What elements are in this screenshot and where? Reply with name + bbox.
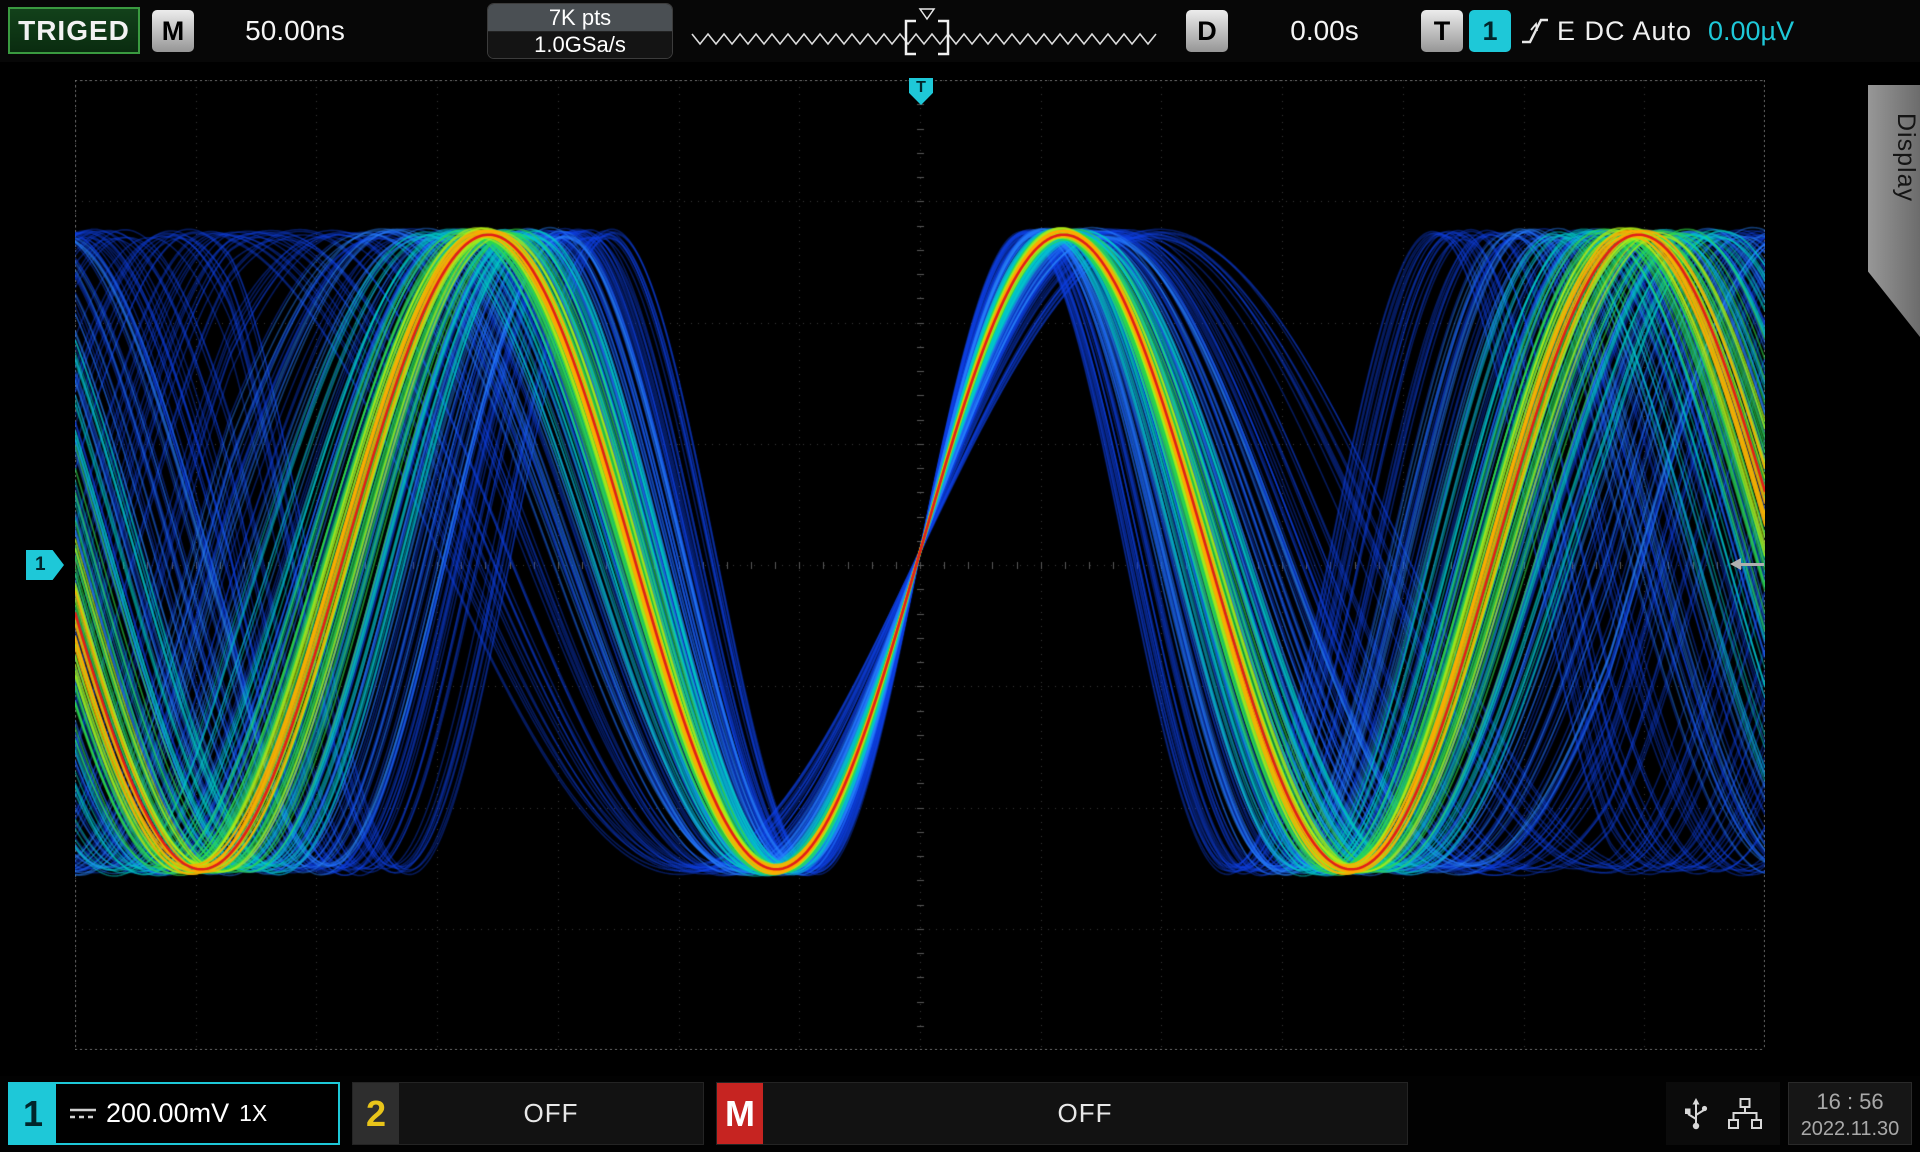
trigger-level-arrow-icon[interactable] (1740, 563, 1764, 566)
window-right-bracket-icon (938, 21, 948, 54)
memory-depth: 7K pts (488, 4, 672, 32)
delay-value[interactable]: 0.00s (1232, 10, 1417, 52)
channel1-probe-attenuation: 1X (239, 1100, 267, 1127)
timebase-m-badge[interactable]: M (152, 10, 194, 52)
trigger-source-badge[interactable]: 1 (1469, 10, 1511, 52)
display-menu-tab[interactable]: Display (1868, 85, 1920, 337)
math-status: OFF (763, 1098, 1407, 1129)
channel1-level-marker[interactable]: 1 (26, 550, 64, 580)
clock-box: 16 : 56 2022.11.30 (1788, 1082, 1912, 1145)
window-left-bracket-icon (906, 21, 916, 54)
channel2-badge[interactable]: 2 (353, 1083, 399, 1144)
sample-rate: 1.0GSa/s (488, 32, 672, 58)
clock-date: 2022.11.30 (1789, 1118, 1911, 1141)
channel2-status: OFF (399, 1098, 703, 1129)
trigger-t-badge[interactable]: T (1421, 10, 1463, 52)
trigger-coupling-label[interactable]: E DC Auto (1557, 10, 1692, 52)
clock-time: 16 : 56 (1789, 1089, 1911, 1115)
top-status-bar: TRIGED M 50.00ns 7K pts 1.0GSa/s D 0.00s… (0, 0, 1920, 62)
memory-window-zigzag-icon (692, 34, 1156, 44)
bottom-status-bar: 1 200.00mV 1X 2 OFF M OFF (0, 1076, 1920, 1152)
lan-icon (1727, 1097, 1763, 1131)
delay-d-badge[interactable]: D (1186, 10, 1228, 52)
waveform-canvas (75, 80, 1765, 1050)
timebase-value[interactable]: 50.00ns (200, 10, 390, 52)
acquisition-info-box: 7K pts 1.0GSa/s (487, 3, 673, 59)
dc-coupling-icon (68, 1105, 98, 1123)
io-status-icons (1666, 1082, 1780, 1145)
channel1-status-box[interactable]: 1 200.00mV 1X (8, 1082, 340, 1145)
trigger-level-value[interactable]: 0.00µV (1708, 10, 1794, 52)
horizontal-position-indicator[interactable] (690, 6, 1165, 58)
math-status-box[interactable]: M OFF (716, 1082, 1408, 1145)
trigger-position-pennant-icon (920, 9, 934, 19)
rising-edge-icon (1519, 14, 1551, 53)
channel2-status-box[interactable]: 2 OFF (352, 1082, 704, 1145)
channel1-scale: 200.00mV (106, 1098, 229, 1129)
usb-icon (1683, 1096, 1709, 1132)
math-badge[interactable]: M (717, 1083, 763, 1144)
channel1-badge[interactable]: 1 (10, 1084, 56, 1143)
trigger-status-badge: TRIGED (8, 7, 140, 54)
waveform-display-area: T 1 Display (0, 62, 1920, 1076)
